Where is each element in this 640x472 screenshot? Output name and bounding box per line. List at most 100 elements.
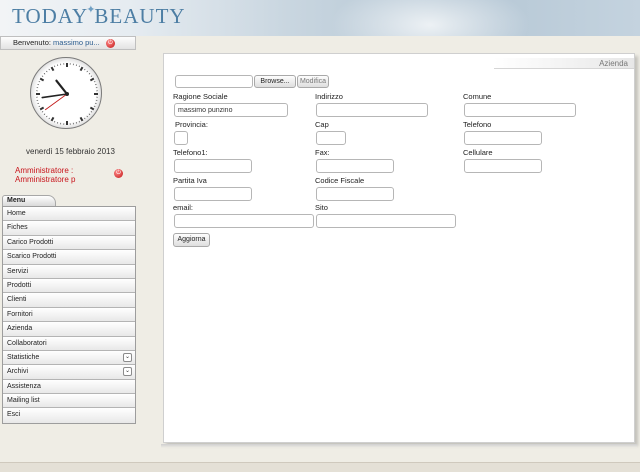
sidebar-item-label: Collaboratori <box>7 339 47 347</box>
telefono1-input[interactable] <box>174 159 252 173</box>
label-email: email: <box>173 203 194 212</box>
sidebar-item-label: Fornitori <box>7 310 33 318</box>
sidebar-menu: Home Fiches Carico Prodotti Scarico Prodott… <box>2 206 136 424</box>
sidebar-item-assistenza[interactable]: Assistenza <box>3 379 135 395</box>
sidebar-item-label: Esci <box>7 411 21 419</box>
indirizzo-input[interactable] <box>316 103 428 117</box>
cellulare-input[interactable] <box>464 159 542 173</box>
current-date: venerdì 15 febbraio 2013 <box>26 147 115 156</box>
sidebar-item-home[interactable]: Home <box>3 207 135 222</box>
clock-minute-tick <box>48 117 50 120</box>
browse-button[interactable]: Browse... <box>254 75 296 88</box>
clock-hour-tick <box>89 77 95 82</box>
clock-minute-tick <box>46 70 48 73</box>
codice-fiscale-input[interactable] <box>316 187 394 201</box>
menu-tab: Menu <box>2 195 56 206</box>
app-logo: TODAY✦BEAUTY <box>12 4 186 28</box>
label-indirizzo: Indirizzo <box>315 92 343 101</box>
label-codice-fiscale: Codice Fiscale <box>315 176 365 185</box>
header-decoration <box>330 0 530 36</box>
fax-input[interactable] <box>316 159 394 173</box>
clock-minute-tick <box>88 73 91 75</box>
cap-input[interactable] <box>316 131 346 145</box>
panel-shadow <box>161 444 637 448</box>
clock-hour-tick <box>50 116 55 122</box>
company-panel: Azienda Browse... Modifica Ragione Socia… <box>163 53 635 443</box>
sidebar-item-label: Scarico Prodotti <box>7 253 57 261</box>
clock-hour-tick <box>79 116 84 122</box>
clock-minute-tick <box>86 70 88 73</box>
clock-hour-hand <box>55 79 69 96</box>
clock-minute-tick <box>43 113 46 115</box>
chevron-down-icon[interactable]: ⌄ <box>123 367 132 377</box>
clock-minute-tick <box>90 75 93 77</box>
aggiorna-button[interactable]: Aggiorna <box>173 233 210 247</box>
sidebar-item-esci[interactable]: Esci <box>3 408 135 423</box>
role-line-2: Amministratore p <box>15 175 76 184</box>
clock-hour-tick <box>39 77 45 82</box>
label-ragione-sociale: Ragione Sociale <box>173 92 228 101</box>
clock-minute-tick <box>43 73 46 75</box>
sidebar-item-prodotti[interactable]: Prodotti <box>3 278 135 294</box>
sidebar-item-label: Statistiche <box>7 353 40 361</box>
role-line-1: Amministratore : <box>15 166 74 175</box>
clock-minute-tick <box>88 113 91 115</box>
partita-iva-input[interactable] <box>174 187 252 201</box>
provincia-input[interactable] <box>174 131 188 145</box>
window-bottom-strip <box>0 462 640 472</box>
sidebar-item-label: Servizi <box>7 267 29 275</box>
clock-minute-tick <box>54 120 56 123</box>
sidebar-item-statistiche[interactable]: Statistiche ⌄ <box>3 350 135 366</box>
label-cap: Cap <box>315 120 329 129</box>
sidebar-item-collaboratori[interactable]: Collaboratori <box>3 336 135 351</box>
label-telefono: Telefono <box>463 120 492 129</box>
comune-input[interactable] <box>464 103 576 117</box>
sidebar-item-label: Home <box>7 210 26 217</box>
sidebar-item-carico-prodotti[interactable]: Carico Prodotti <box>3 235 135 251</box>
sidebar-item-label: Azienda <box>7 325 33 333</box>
sidebar-item-servizi[interactable]: Servizi <box>3 264 135 279</box>
label-cellulare: Cellulare <box>463 148 493 157</box>
clock-hour-tick <box>39 106 45 111</box>
sidebar-item-label: Fiches <box>7 224 28 232</box>
clock-minute-tick <box>48 68 50 71</box>
sidebar-item-fiches[interactable]: Fiches <box>3 221 135 236</box>
sidebar-item-scarico-prodotti[interactable]: Scarico Prodotti <box>3 250 135 265</box>
logout-icon[interactable]: ⏻ <box>114 169 123 178</box>
clock-hour-tick <box>79 66 84 72</box>
sito-input[interactable] <box>316 214 456 228</box>
clock-minute-tick <box>41 75 44 77</box>
panel-title: Azienda <box>494 58 634 69</box>
ragione-sociale-input[interactable] <box>174 103 288 117</box>
welcome-prefix: Benvenuto: <box>13 38 51 47</box>
clock-minute-tick <box>93 81 96 83</box>
power-icon[interactable]: ⏻ <box>105 38 115 48</box>
clock-minute-tick <box>38 81 41 83</box>
label-telefono1: Telefono1: <box>173 148 208 157</box>
sidebar-item-archivi[interactable]: Archivi ⌄ <box>3 365 135 380</box>
sidebar-item-label: Prodotti <box>7 281 32 289</box>
sidebar-item-fornitori[interactable]: Fornitori <box>3 307 135 323</box>
sidebar-item-mailing-list[interactable]: Mailing list <box>3 394 135 409</box>
label-provincia: Provincia: <box>175 120 208 129</box>
chevron-down-icon[interactable]: ⌄ <box>123 352 132 362</box>
welcome-bar: Benvenuto: massimo pu... ⏻ <box>0 36 136 50</box>
clock-minute-tick <box>78 120 80 123</box>
clock-minute-tick <box>86 115 88 118</box>
logo-file-input[interactable] <box>175 75 253 88</box>
sidebar-item-label: Clienti <box>7 296 27 304</box>
label-comune: Comune <box>463 92 492 101</box>
star-icon: ✦ <box>86 4 97 16</box>
clock-minute-tick <box>84 68 86 71</box>
modifica-button[interactable]: Modifica <box>297 75 329 88</box>
sidebar-item-label: Carico Prodotti <box>7 238 54 246</box>
email-input[interactable] <box>174 214 314 228</box>
clock-minute-tick <box>90 111 93 113</box>
telefono-input[interactable] <box>464 131 542 145</box>
sidebar-item-clienti[interactable]: Clienti <box>3 293 135 308</box>
sidebar-item-azienda[interactable]: Azienda <box>3 322 135 337</box>
clock-minute-tick <box>41 111 44 113</box>
clock-face <box>36 63 98 125</box>
app-header: TODAY✦BEAUTY <box>0 0 640 36</box>
sidebar-item-label: Mailing list <box>7 397 40 405</box>
